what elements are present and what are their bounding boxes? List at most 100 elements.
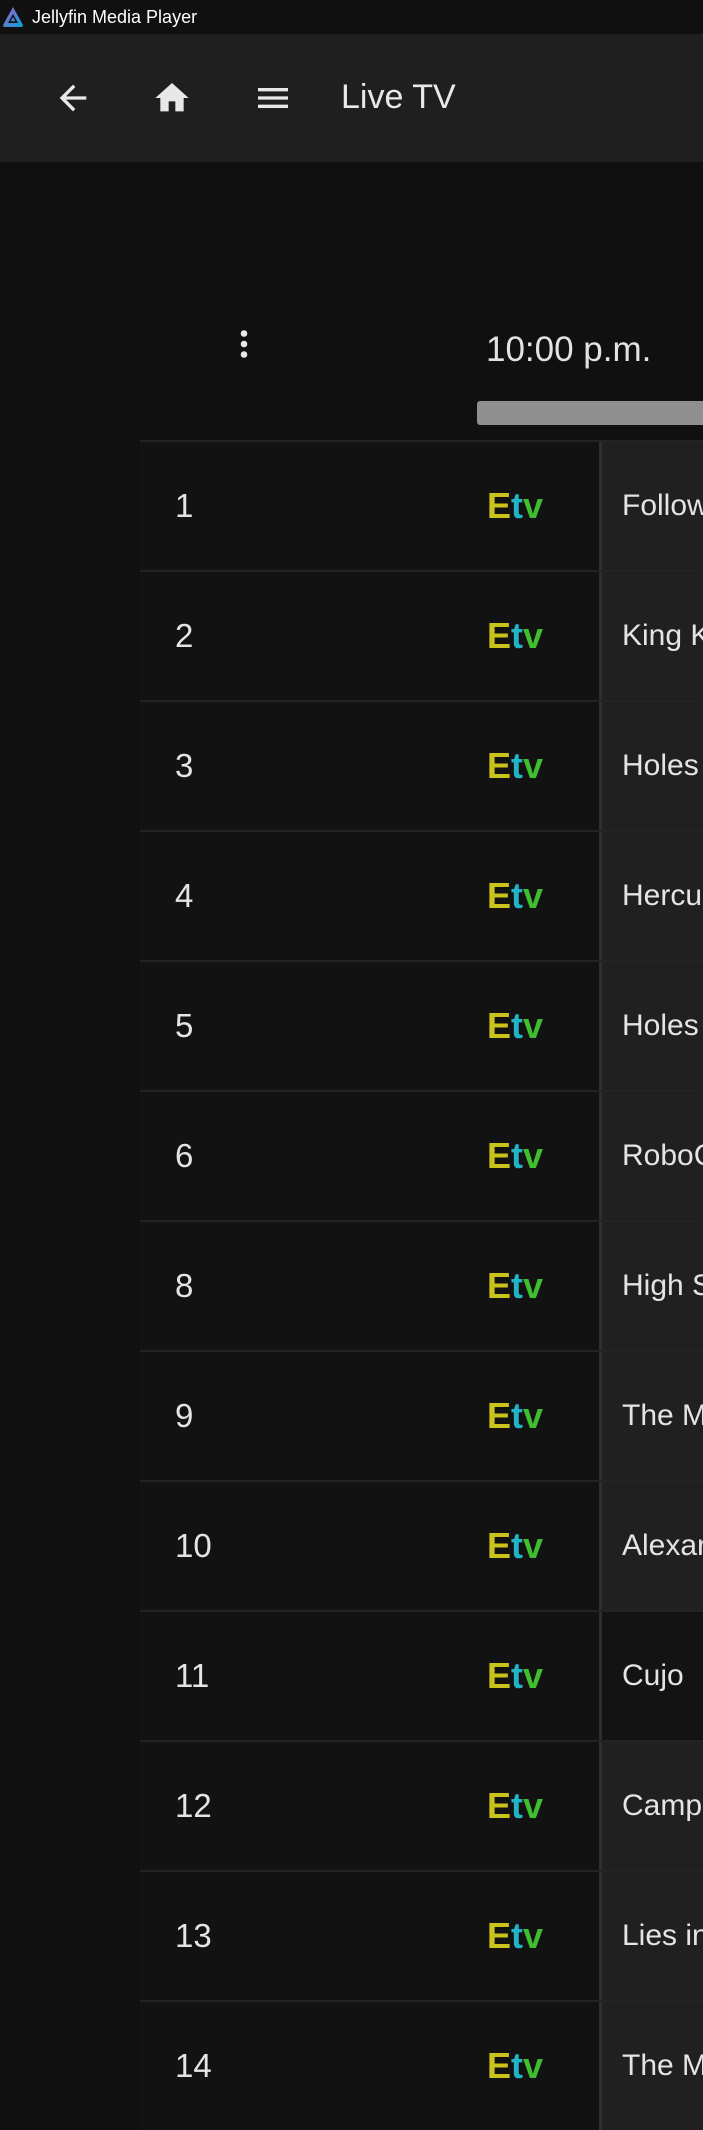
program-cell[interactable]: The M (599, 1352, 703, 1480)
app-header: Live TV (0, 34, 703, 162)
channel-logo[interactable]: Etv (487, 2002, 543, 2130)
channel-logo-letter: E (487, 1005, 512, 1046)
channel-logo[interactable]: Etv (487, 1352, 543, 1480)
program-cell[interactable]: King K (599, 572, 703, 700)
channel-logo-letter: v (523, 1135, 544, 1176)
channel-logo-letter: v (523, 1785, 544, 1826)
program-title: Holes (622, 749, 699, 782)
channel-number[interactable]: 14 (175, 2002, 212, 2130)
program-title: Hercu (622, 879, 703, 912)
program-cell[interactable]: Hercu (599, 832, 703, 960)
program-cell[interactable]: Cujo (599, 1612, 703, 1740)
channel-number[interactable]: 8 (175, 1222, 193, 1350)
channel-logo-letter: t (511, 1135, 524, 1176)
back-button[interactable] (49, 74, 97, 122)
channel-row: 6 Etv RoboC (140, 1090, 703, 1220)
channel-logo[interactable]: Etv (487, 832, 543, 960)
channel-logo-letter: t (511, 875, 524, 916)
timeslot-header: 10:00 p.m. (486, 330, 652, 369)
channel-logo-letter: t (511, 1265, 524, 1306)
channel-logo-letter: t (511, 1785, 524, 1826)
channel-row: 14 Etv The M (140, 2000, 703, 2130)
more-vertical-icon (240, 330, 248, 358)
program-title: Holes (622, 1009, 699, 1042)
channel-logo[interactable]: Etv (487, 442, 543, 570)
channel-logo-letter: E (487, 1525, 512, 1566)
channel-logo-letter: E (487, 615, 512, 656)
channel-row: 13 Etv Lies in (140, 1870, 703, 2000)
channel-logo-letter: v (523, 2045, 544, 2086)
channel-logo[interactable]: Etv (487, 1872, 543, 2000)
home-button[interactable] (148, 74, 196, 122)
channel-logo-letter: E (487, 1785, 512, 1826)
channel-logo[interactable]: Etv (487, 1482, 543, 1610)
current-time-bar (477, 401, 703, 425)
channel-number[interactable]: 6 (175, 1092, 193, 1220)
channel-number[interactable]: 10 (175, 1482, 212, 1610)
channel-logo[interactable]: Etv (487, 1612, 543, 1740)
menu-button[interactable] (249, 74, 297, 122)
program-cell[interactable]: High S (599, 1222, 703, 1350)
channel-logo-letter: v (523, 1395, 544, 1436)
program-cell[interactable]: RoboC (599, 1092, 703, 1220)
channel-row: 11 Etv Cujo (140, 1610, 703, 1740)
channel-logo[interactable]: Etv (487, 1742, 543, 1870)
channel-logo-letter: t (511, 485, 524, 526)
channel-logo[interactable]: Etv (487, 962, 543, 1090)
channel-logo-letter: t (511, 745, 524, 786)
page-title: Live TV (341, 78, 456, 116)
channel-logo[interactable]: Etv (487, 702, 543, 830)
channel-list: 1 Etv Follow 2 Etv King K 3 Etv Holes 4 Etv Hercu 5 E… (140, 440, 703, 2130)
channel-number[interactable]: 13 (175, 1872, 212, 2000)
channel-logo-letter: E (487, 1655, 512, 1696)
channel-logo-letter: v (523, 1525, 544, 1566)
channel-logo-letter: E (487, 1265, 512, 1306)
channel-logo[interactable]: Etv (487, 572, 543, 700)
channel-number[interactable]: 3 (175, 702, 193, 830)
channel-logo-letter: v (523, 875, 544, 916)
program-title: King K (622, 619, 703, 652)
window-title: Jellyfin Media Player (32, 6, 198, 27)
channel-logo-letter: t (511, 615, 524, 656)
channel-logo-letter: E (487, 1395, 512, 1436)
channel-number[interactable]: 11 (175, 1612, 209, 1740)
channel-number[interactable]: 2 (175, 572, 193, 700)
channel-row: 1 Etv Follow (140, 440, 703, 570)
channel-number[interactable]: 9 (175, 1352, 193, 1480)
channel-logo-letter: E (487, 1135, 512, 1176)
channel-logo-letter: E (487, 485, 512, 526)
program-cell[interactable]: Alexar (599, 1482, 703, 1610)
program-cell[interactable]: Holes (599, 962, 703, 1090)
channel-logo-letter: v (523, 615, 544, 656)
program-title: The M (622, 1399, 703, 1432)
program-cell[interactable]: Camp (599, 1742, 703, 1870)
channel-logo-letter: E (487, 2045, 512, 2086)
channel-row: 4 Etv Hercu (140, 830, 703, 960)
channel-logo-letter: v (523, 1005, 544, 1046)
channel-logo-letter: t (511, 1005, 524, 1046)
channel-number[interactable]: 4 (175, 832, 193, 960)
guide-options-button[interactable] (224, 320, 264, 368)
channel-number[interactable]: 12 (175, 1742, 212, 1870)
channel-logo-letter: v (523, 485, 544, 526)
program-title: Cujo (622, 1659, 684, 1692)
channel-logo[interactable]: Etv (487, 1092, 543, 1220)
channel-logo-letter: E (487, 1915, 512, 1956)
channel-row: 2 Etv King K (140, 570, 703, 700)
channel-logo-letter: E (487, 875, 512, 916)
program-cell[interactable]: Follow (599, 442, 703, 570)
channel-number[interactable]: 5 (175, 962, 193, 1090)
jellyfin-logo-icon (1, 5, 25, 29)
program-cell[interactable]: Holes (599, 702, 703, 830)
channel-logo-letter: v (523, 1655, 544, 1696)
channel-row: 8 Etv High S (140, 1220, 703, 1350)
back-arrow-icon (59, 84, 87, 112)
program-title: High S (622, 1269, 703, 1302)
channel-logo-letter: t (511, 1395, 524, 1436)
program-title: Camp (622, 1789, 703, 1822)
program-cell[interactable]: Lies in (599, 1872, 703, 2000)
channel-number[interactable]: 1 (175, 442, 193, 570)
channel-row: 10 Etv Alexar (140, 1480, 703, 1610)
program-cell[interactable]: The M (599, 2002, 703, 2130)
channel-logo[interactable]: Etv (487, 1222, 543, 1350)
